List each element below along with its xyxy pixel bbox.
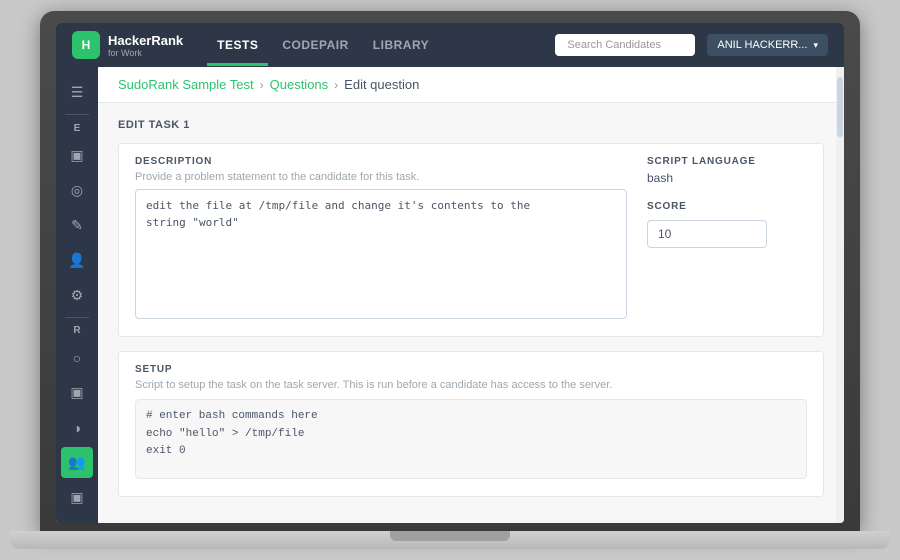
script-lang-value: bash	[647, 171, 807, 185]
sidebar-user-icon[interactable]: 👤	[61, 245, 93, 276]
content-area: SudoRank Sample Test › Questions › Edit …	[98, 67, 844, 523]
sidebar-grid3-icon[interactable]: ▣	[61, 482, 93, 513]
main-area: ☰ E ▣ ◎ ✎ 👤 ⚙ R ○ ▣ ◑ 👥 ▣	[56, 67, 844, 523]
sidebar-edit-icon[interactable]: ✎	[61, 210, 93, 241]
form-content: EDIT TASK 1 DESCRIPTION Provide a proble…	[98, 103, 844, 513]
sidebar-separator	[65, 114, 89, 115]
description-label: DESCRIPTION	[135, 156, 627, 167]
brand: H HackerRank for Work	[72, 31, 183, 59]
chevron-down-icon: ▾	[813, 40, 818, 51]
laptop-screen: H HackerRank for Work TESTS CODEPAIR LIB…	[56, 23, 844, 523]
sidebar-letter-r: R	[73, 325, 80, 336]
sidebar-half-icon[interactable]: ◑	[61, 412, 93, 443]
laptop-base	[10, 531, 890, 549]
description-section: DESCRIPTION Provide a problem statement …	[118, 143, 824, 337]
score-label: SCORE	[647, 201, 807, 212]
sidebar-users-icon[interactable]: 👥	[61, 447, 93, 478]
sidebar-separator2	[65, 317, 89, 318]
sidebar-letter-e: E	[74, 123, 81, 134]
brand-sub: for Work	[108, 48, 183, 58]
sidebar-circle-icon[interactable]: ◎	[61, 175, 93, 206]
script-lang-label: SCRIPT LANGUAGE	[647, 156, 807, 167]
breadcrumb-sep2: ›	[334, 78, 338, 92]
form-row: DESCRIPTION Provide a problem statement …	[135, 156, 807, 324]
sidebar: ☰ E ▣ ◎ ✎ 👤 ⚙ R ○ ▣ ◑ 👥 ▣	[56, 67, 98, 523]
form-left: DESCRIPTION Provide a problem statement …	[135, 156, 627, 324]
nav-codepair[interactable]: CODEPAIR	[272, 34, 358, 56]
breadcrumb-sep1: ›	[260, 78, 264, 92]
form-right: SCRIPT LANGUAGE bash SCORE	[647, 156, 807, 324]
setup-hint: Script to setup the task on the task ser…	[135, 379, 807, 391]
scrollbar-thumb[interactable]	[837, 77, 843, 137]
sidebar-ring-icon[interactable]: ○	[61, 342, 93, 373]
nav-links: TESTS CODEPAIR LIBRARY	[207, 34, 555, 56]
breadcrumb-test[interactable]: SudoRank Sample Test	[118, 77, 254, 92]
setup-label: SETUP	[135, 364, 807, 375]
scrollbar-track[interactable]	[836, 67, 844, 523]
breadcrumb: SudoRank Sample Test › Questions › Edit …	[98, 67, 844, 103]
nav-tests[interactable]: TESTS	[207, 34, 268, 56]
sidebar-grid2-icon[interactable]: ▣	[61, 377, 93, 408]
breadcrumb-questions[interactable]: Questions	[270, 77, 329, 92]
description-textarea[interactable]: edit the file at /tmp/file and change it…	[135, 189, 627, 319]
score-input[interactable]	[647, 220, 767, 248]
setup-section: SETUP Script to setup the task on the ta…	[118, 351, 824, 497]
user-menu[interactable]: ANIL HACKERR... ▾	[707, 34, 828, 56]
nav-library[interactable]: LIBRARY	[363, 34, 439, 56]
brand-icon: H	[72, 31, 100, 59]
top-navbar: H HackerRank for Work TESTS CODEPAIR LIB…	[56, 23, 844, 67]
sidebar-grid-icon[interactable]: ▣	[61, 140, 93, 171]
laptop-shell: H HackerRank for Work TESTS CODEPAIR LIB…	[40, 11, 860, 531]
brand-name: HackerRank	[108, 33, 183, 48]
description-hint: Provide a problem statement to the candi…	[135, 171, 627, 183]
search-candidates[interactable]: Search Candidates	[555, 34, 695, 56]
setup-code-textarea[interactable]: # enter bash commands here echo "hello" …	[135, 399, 807, 479]
sidebar-gear-icon[interactable]: ⚙	[61, 280, 93, 311]
breadcrumb-current: Edit question	[344, 77, 419, 92]
task-title: EDIT TASK 1	[118, 119, 824, 131]
menu-icon[interactable]: ☰	[61, 77, 93, 108]
